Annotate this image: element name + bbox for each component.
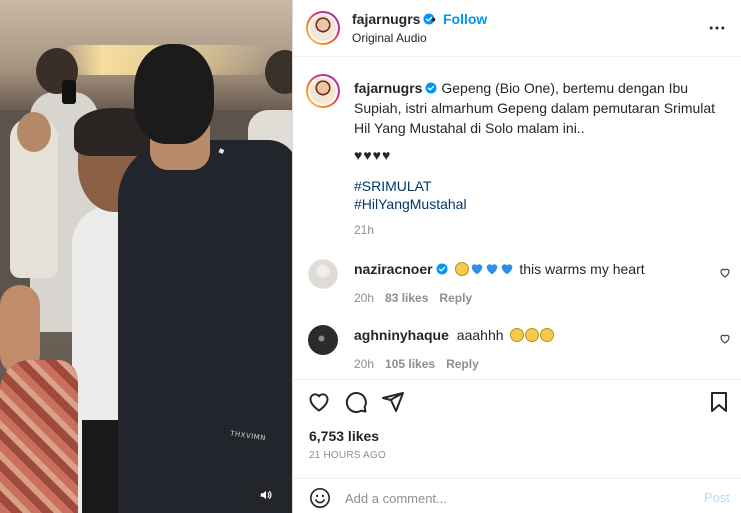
comment-item: aghninyhaque aaahhh 20h 105 likes Reply bbox=[293, 319, 741, 379]
child-head bbox=[17, 112, 51, 152]
young-man-jacket bbox=[118, 140, 292, 513]
blue-heart-emoji-icon bbox=[502, 264, 513, 275]
caption-text: fajarnugrs Gepeng (Bio One), bertemu den… bbox=[354, 78, 724, 138]
post-actions: 6,753 likes 21 HOURS AGO Post bbox=[293, 379, 741, 513]
speaker-icon bbox=[260, 490, 272, 500]
comment-timestamp[interactable]: 20h bbox=[354, 291, 374, 305]
reply-button[interactable]: Reply bbox=[439, 291, 472, 305]
sad-face-emoji-icon bbox=[510, 328, 525, 342]
more-options-icon[interactable] bbox=[707, 18, 727, 38]
emoji-picker-icon[interactable] bbox=[309, 487, 331, 509]
comment-input[interactable] bbox=[345, 487, 675, 509]
post-video[interactable]: ◆ THXVIMN bbox=[0, 0, 292, 513]
caption-timestamp: 21h bbox=[354, 223, 375, 237]
comment-text: naziracnoer this warms my heart bbox=[354, 261, 645, 277]
comments-section: fajarnugrs Gepeng (Bio One), bertemu den… bbox=[293, 57, 741, 379]
sad-face-emoji-icon bbox=[525, 328, 540, 342]
post-comment-button[interactable]: Post bbox=[704, 490, 730, 505]
author-avatar[interactable] bbox=[306, 11, 340, 45]
blue-heart-emoji-icon bbox=[487, 264, 498, 275]
foreground-plaid-shirt bbox=[0, 360, 78, 513]
commenter-avatar[interactable] bbox=[308, 325, 338, 355]
post-details-panel: fajarnugrs • Follow Original Audio fajar… bbox=[292, 0, 741, 513]
hashtag-link[interactable]: #HilYangMustahal bbox=[354, 196, 467, 212]
caption-hearts: ♥♥♥♥ bbox=[354, 147, 392, 163]
follow-button[interactable]: Follow bbox=[443, 11, 487, 27]
add-comment-bar: Post bbox=[293, 478, 741, 513]
author-username-link[interactable]: fajarnugrs bbox=[352, 11, 435, 27]
post-header: fajarnugrs • Follow Original Audio bbox=[293, 0, 741, 57]
share-send-icon[interactable] bbox=[381, 390, 405, 414]
caption-username[interactable]: fajarnugrs bbox=[354, 80, 422, 96]
author-username[interactable]: fajarnugrs bbox=[352, 11, 420, 27]
comment-meta: 20h 105 likes Reply bbox=[354, 357, 490, 371]
header-separator: • bbox=[431, 11, 436, 27]
comment-likes[interactable]: 83 likes bbox=[385, 291, 428, 305]
like-heart-icon[interactable] bbox=[307, 390, 331, 414]
comment-timestamp[interactable]: 20h bbox=[354, 357, 374, 371]
comment-likes[interactable]: 105 likes bbox=[385, 357, 435, 371]
comment-meta: 20h 83 likes Reply bbox=[354, 291, 483, 305]
comment-text: aghninyhaque aaahhh bbox=[354, 327, 555, 343]
comment-item: naziracnoer this warms my heart 20h 83 li… bbox=[293, 253, 741, 313]
like-comment-heart-icon[interactable] bbox=[719, 267, 731, 279]
sad-face-emoji-icon bbox=[540, 328, 555, 342]
commenter-username[interactable]: aghninyhaque bbox=[354, 327, 449, 343]
likes-count[interactable]: 6,753 likes bbox=[309, 428, 379, 444]
comment-body: this warms my heart bbox=[519, 261, 645, 277]
post-timestamp[interactable]: 21 HOURS AGO bbox=[309, 450, 386, 461]
audio-toggle-button[interactable] bbox=[253, 482, 279, 508]
verified-badge-icon bbox=[425, 82, 437, 94]
like-comment-heart-icon[interactable] bbox=[719, 333, 731, 345]
audio-link[interactable]: Original Audio bbox=[352, 31, 427, 45]
verified-badge-icon bbox=[436, 263, 448, 275]
comment-bubble-icon[interactable] bbox=[344, 390, 368, 414]
commenter-avatar[interactable] bbox=[308, 259, 338, 289]
comment-body: aaahhh bbox=[456, 327, 504, 343]
bystander-phone bbox=[62, 80, 76, 104]
reply-button[interactable]: Reply bbox=[446, 357, 479, 371]
caption-author-avatar[interactable] bbox=[306, 74, 340, 108]
blue-heart-emoji-icon bbox=[472, 264, 483, 275]
pleading-face-emoji-icon bbox=[455, 262, 470, 276]
commenter-username[interactable]: naziracnoer bbox=[354, 261, 433, 277]
save-bookmark-icon[interactable] bbox=[707, 390, 731, 414]
hashtag-link[interactable]: #SRIMULAT bbox=[354, 178, 432, 194]
young-man-head bbox=[134, 44, 214, 144]
